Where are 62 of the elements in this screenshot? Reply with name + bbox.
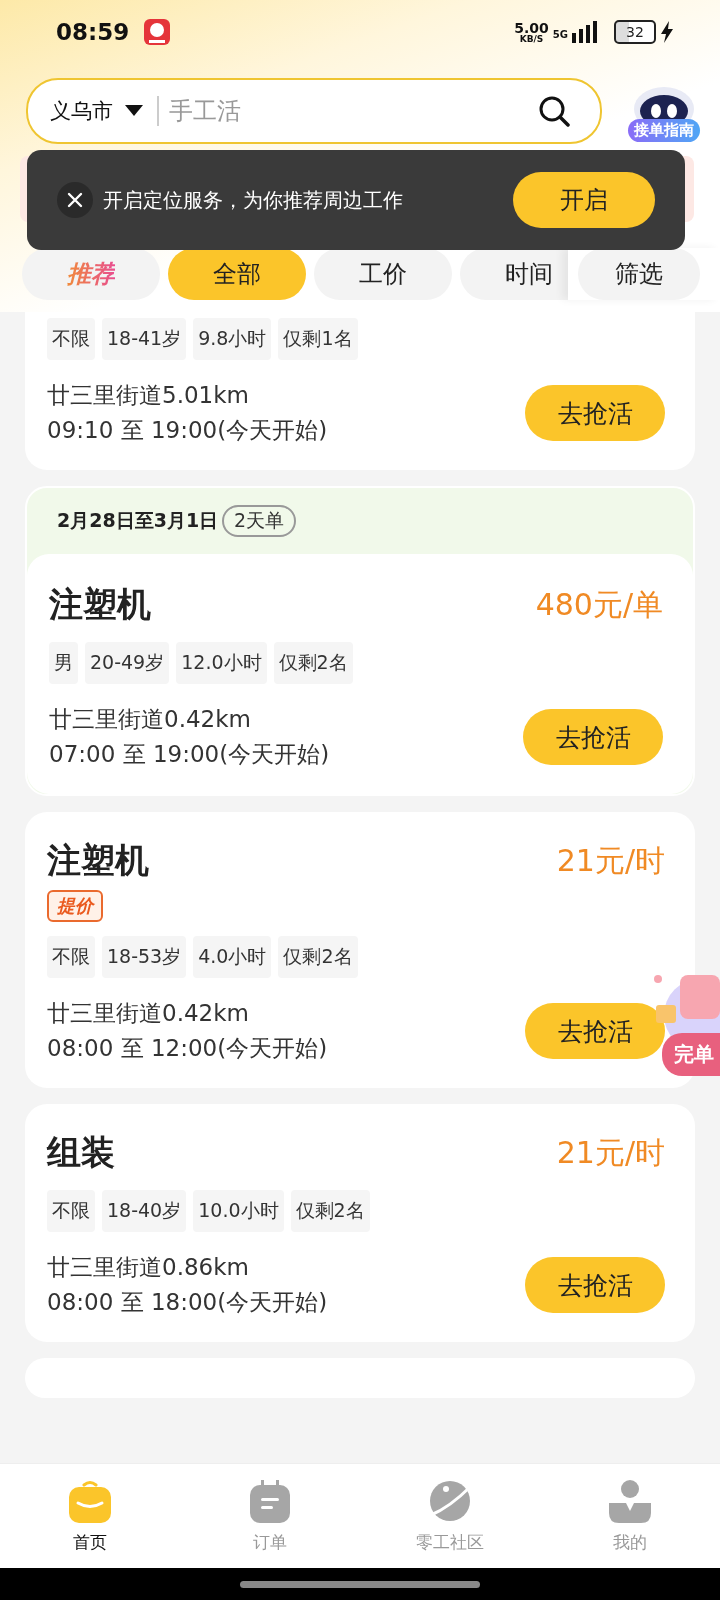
grab-button[interactable]: 去抢活: [525, 385, 665, 441]
filter-tab[interactable]: 工价: [314, 248, 452, 300]
notepad-icon: [248, 1478, 292, 1525]
job-tag: 不限: [47, 1190, 95, 1232]
job-tag: 仅剩2名: [278, 936, 358, 978]
job-tag: 4.0小时: [193, 936, 272, 978]
job-tag: 仅剩1名: [278, 318, 358, 360]
search-field[interactable]: 义乌市 手工活: [26, 78, 602, 144]
charging-icon: [660, 21, 674, 43]
grab-button[interactable]: 去抢活: [525, 1257, 665, 1313]
search-icon: [538, 95, 570, 127]
job-tag: 18-53岁: [102, 936, 187, 978]
job-time: 08:00 至 12:00(今天开始): [47, 1034, 328, 1063]
job-price: 21元/时: [556, 841, 665, 880]
job-location: 廿三里街道0.86km: [47, 1253, 250, 1282]
job-tag: 仅剩2名: [273, 642, 353, 684]
caret-icon: [125, 105, 143, 117]
filter-button[interactable]: 筛选: [578, 248, 700, 300]
speed-unit: KB/S: [519, 34, 544, 44]
job-tag: 男: [49, 642, 78, 684]
battery-indicator: 32: [614, 20, 656, 44]
close-button[interactable]: [57, 182, 93, 218]
job-tag: 12.0小时: [176, 642, 267, 684]
job-tag: 18-41岁: [102, 318, 187, 360]
toast-message: 开启定位服务，为你推荐周边工作: [103, 186, 403, 214]
clock-time: 08:59: [56, 19, 130, 45]
job-title: 注塑机: [49, 583, 151, 626]
job-tag: 10.0小时: [193, 1190, 284, 1232]
person-icon: [608, 1478, 652, 1525]
grab-button[interactable]: 去抢活: [523, 709, 663, 765]
job-time: 08:00 至 18:00(今天开始): [47, 1288, 328, 1317]
job-title: 注塑机: [47, 839, 149, 882]
home-indicator[interactable]: [240, 1580, 480, 1588]
job-tag: 仅剩2名: [290, 1190, 370, 1232]
enable-button[interactable]: 开启: [513, 172, 655, 228]
duration-tag: 2天单: [222, 505, 297, 537]
job-location: 廿三里街道0.42km: [47, 999, 250, 1028]
job-tag: 不限: [47, 936, 95, 978]
job-tag: 不限: [47, 318, 95, 360]
period-dates: 2月28日至3月1日: [57, 508, 219, 533]
signal-icon: [572, 21, 600, 43]
job-tag: 9.8小时: [193, 318, 272, 360]
job-location: 廿三里街道5.01km: [47, 381, 250, 410]
app-notification-icon: [143, 18, 172, 46]
job-price: 21元/时: [556, 1133, 665, 1172]
job-tag: 18-40岁: [102, 1190, 187, 1232]
job-time: 09:10 至 19:00(今天开始): [47, 416, 328, 445]
bag-icon: [68, 1478, 112, 1525]
close-icon: [67, 192, 83, 208]
job-tag: 20-49岁: [85, 642, 170, 684]
job-time: 07:00 至 19:00(今天开始): [49, 740, 330, 769]
filter-tab[interactable]: 全部: [168, 248, 306, 300]
raise-badge: 提价: [47, 890, 103, 922]
job-title: 组装: [47, 1131, 115, 1174]
grab-button[interactable]: 去抢活: [525, 1003, 665, 1059]
nav-tab[interactable]: 首页: [0, 1464, 180, 1568]
city-dropdown[interactable]: 义乌市: [50, 97, 143, 125]
network-speed: 5.00: [514, 20, 549, 35]
job-location: 廿三里街道0.42km: [49, 705, 252, 734]
filter-tab[interactable]: 时间: [460, 248, 568, 300]
network-type: 5G: [552, 28, 568, 40]
job-price: 480元/单: [535, 585, 663, 624]
